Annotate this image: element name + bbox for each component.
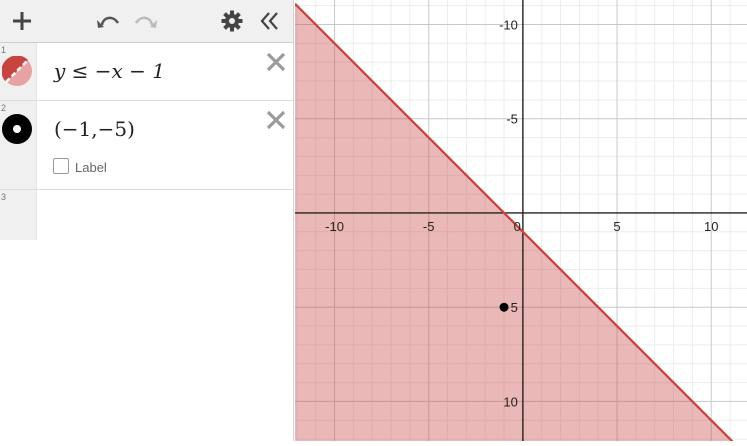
expression-number: 3 bbox=[1, 192, 7, 202]
undo-button[interactable] bbox=[92, 5, 124, 37]
y-tick-label: -10 bbox=[499, 18, 518, 33]
expression-number: 1 bbox=[1, 45, 7, 55]
y-tick-label: 10 bbox=[503, 394, 517, 409]
y-tick-label: 5 bbox=[511, 300, 518, 315]
undo-icon bbox=[97, 16, 120, 28]
expression-math[interactable]: (−1,−5) bbox=[54, 117, 135, 141]
shaded-region-icon bbox=[1, 55, 29, 83]
double-chevron-left-icon bbox=[260, 12, 278, 30]
expression-gutter: 2 bbox=[0, 101, 37, 189]
x-tick-label: -5 bbox=[423, 219, 435, 234]
label-checkbox-text: Label bbox=[75, 160, 107, 175]
collapse-panel-button[interactable] bbox=[254, 5, 286, 37]
inequality-color-icon[interactable] bbox=[1, 55, 32, 86]
graph-paper[interactable]: -10 -5 0 5 10 10 5 -5 -10 bbox=[294, 0, 747, 446]
expression-row-2[interactable]: 2 (−1,−5) Label bbox=[0, 101, 293, 190]
settings-button[interactable] bbox=[216, 5, 248, 37]
expression-panel: 1 y ≤ −x − 1 2 (−1,−5) Label 3 bbox=[0, 0, 294, 441]
gear-icon bbox=[221, 10, 243, 32]
x-tick-label: 10 bbox=[704, 219, 718, 234]
shaded-region bbox=[295, 3, 747, 446]
point-style-icon bbox=[13, 125, 21, 133]
label-checkbox[interactable] bbox=[53, 158, 69, 174]
delete-expression-icon[interactable] bbox=[265, 109, 287, 131]
delete-expression-icon[interactable] bbox=[265, 51, 287, 73]
redo-button[interactable] bbox=[130, 5, 162, 37]
redo-icon bbox=[134, 16, 157, 28]
add-expression-button[interactable] bbox=[6, 5, 38, 37]
point-color-icon[interactable] bbox=[2, 114, 32, 144]
y-tick-label: -5 bbox=[506, 112, 518, 127]
expression-row-1[interactable]: 1 y ≤ −x − 1 bbox=[0, 43, 293, 101]
graph-canvas[interactable]: -10 -5 0 5 10 10 5 -5 -10 bbox=[294, 0, 747, 446]
expression-gutter: 3 bbox=[0, 190, 37, 240]
expression-row-3[interactable]: 3 bbox=[0, 190, 293, 240]
plus-icon bbox=[13, 12, 31, 30]
expression-gutter: 1 bbox=[0, 43, 37, 100]
x-tick-label: 5 bbox=[613, 219, 620, 234]
x-tick-label: 0 bbox=[514, 219, 521, 234]
x-tick-label: -10 bbox=[325, 219, 344, 234]
plotted-point[interactable] bbox=[499, 302, 509, 312]
expression-toolbar bbox=[0, 0, 293, 43]
expression-number: 2 bbox=[1, 103, 7, 113]
expression-math[interactable]: y ≤ −x − 1 bbox=[54, 59, 165, 83]
